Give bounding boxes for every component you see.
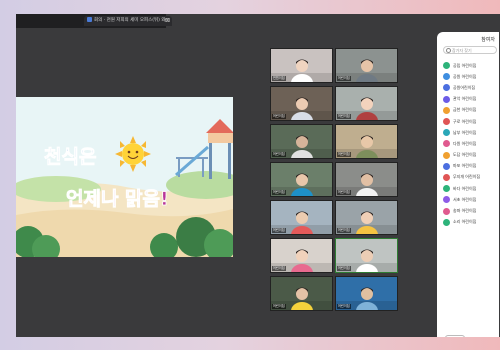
participant-video-tile[interactable]: 어린이집 <box>335 86 398 121</box>
participant-video-tile[interactable]: 천원이집 <box>270 48 333 83</box>
participant-list-item[interactable]: 다원 어린이집 <box>443 138 499 149</box>
avatar <box>443 173 450 181</box>
invite-button[interactable]: 초대 <box>445 335 465 337</box>
participant-name-label: 어린이집 <box>272 304 286 309</box>
participant-video-tile[interactable]: 어린이집 <box>335 276 398 311</box>
participant-name-label: 어린이집 <box>272 152 286 157</box>
avatar <box>443 62 450 70</box>
avatar <box>443 84 450 92</box>
participant-name: 송파 어린이집 <box>453 208 477 214</box>
search-placeholder: 참가자 찾기 <box>452 48 472 53</box>
slide-title-line1: 천식은 <box>44 146 96 168</box>
shared-screen: 천식은 언제나 맑음! <box>16 97 233 257</box>
participant-name-label: 어린이집 <box>337 114 351 119</box>
participant-name: 금천 어린이집 <box>453 107 477 113</box>
avatar <box>443 118 450 126</box>
panel-title: 참여자 <box>481 37 495 43</box>
participant-video-tile[interactable]: 어린이집 <box>270 200 333 235</box>
participant-list-item[interactable]: 금천 어린이집 <box>443 105 499 116</box>
participant-list: 공립 어린이집공원 어린이집공원어린이집관악 어린이집금천 어린이집구로 어린이… <box>443 60 499 228</box>
participant-list-item[interactable]: 공원어린이집 <box>443 82 499 93</box>
close-icon[interactable]: ⊠ <box>165 16 170 26</box>
participant-list-item[interactable]: 공원 어린이집 <box>443 71 499 82</box>
slide-title-line2: 언제나 맑음! <box>66 188 169 210</box>
participant-video-tile[interactable]: 어린이집 <box>335 48 398 83</box>
participant-video-tile[interactable]: 어린이집 <box>270 124 333 159</box>
participant-name-label: 어린이집 <box>337 190 351 195</box>
participant-list-item[interactable]: 남부 어린이집 <box>443 127 499 138</box>
avatar <box>443 162 450 170</box>
participant-video-tile[interactable]: 어린이집 <box>270 276 333 311</box>
avatar <box>443 140 450 148</box>
participant-video-tile[interactable]: 어린이집 <box>270 238 333 273</box>
participant-name: 바다 어린이집 <box>453 185 477 191</box>
participant-name: 도담 어린이집 <box>453 152 477 158</box>
avatar <box>443 95 450 103</box>
avatar <box>443 185 450 193</box>
participant-video-tile[interactable]: 어린이집 <box>335 238 398 273</box>
avatar <box>443 151 450 159</box>
participant-list-item[interactable]: 공립 어린이집 <box>443 60 499 71</box>
participant-search-input[interactable]: 참가자 찾기 <box>443 46 497 54</box>
participant-video-tile[interactable]: 어린이집 <box>335 124 398 159</box>
participant-name: 마포 어린이집 <box>453 163 477 169</box>
participant-name: 공원어린이집 <box>453 84 476 90</box>
participant-name-label: 어린이집 <box>337 304 351 309</box>
video-icon <box>87 17 92 22</box>
participants-panel: 참여자 참가자 찾기 공립 어린이집공원 어린이집공원어린이집관악 어린이집금천… <box>437 32 499 337</box>
search-icon <box>446 48 451 53</box>
meeting-tab[interactable]: 회의 · 천원 저희의 세미 오피스(뒤) 와 ⊠ <box>84 16 172 26</box>
participant-video-tile[interactable]: 어린이집 <box>335 200 398 235</box>
participant-name: 공립 어린이집 <box>453 62 477 68</box>
participant-name-label: 어린이집 <box>337 228 351 233</box>
participant-name-label: 어린이집 <box>337 266 351 271</box>
participant-name-label: 천원이집 <box>272 76 286 81</box>
participant-name: 관악 어린이집 <box>453 96 477 102</box>
participant-video-tile[interactable]: 어린이집 <box>270 86 333 121</box>
participant-name: 구로 어린이집 <box>453 118 477 124</box>
avatar <box>443 218 450 226</box>
participant-list-item[interactable]: 무지개 어린이집 <box>443 172 499 183</box>
participant-video-tile[interactable]: 어린이집 <box>270 162 333 197</box>
participant-name-label: 어린이집 <box>337 76 351 81</box>
avatar <box>443 207 450 215</box>
participant-name-label: 어린이집 <box>337 152 351 157</box>
shared-slide-illustration: 천식은 언제나 맑음! <box>16 97 233 257</box>
participant-list-item[interactable]: 도담 어린이집 <box>443 150 499 161</box>
participant-name: 무지개 어린이집 <box>453 174 481 180</box>
avatar <box>443 196 450 204</box>
participant-list-item[interactable]: 구로 어린이집 <box>443 116 499 127</box>
participant-video-tile[interactable]: 어린이집 <box>335 162 398 197</box>
participant-list-item[interactable]: 관악 어린이집 <box>443 94 499 105</box>
participant-list-item[interactable]: 바다 어린이집 <box>443 183 499 194</box>
participant-list-item[interactable]: 서초 어린이집 <box>443 194 499 205</box>
participant-name: 다원 어린이집 <box>453 140 477 146</box>
participant-name: 서초 어린이집 <box>453 196 477 202</box>
participant-list-item[interactable]: 마포 어린이집 <box>443 161 499 172</box>
avatar <box>443 129 450 137</box>
participant-list-item[interactable]: 송파 어린이집 <box>443 205 499 216</box>
participant-name: 공원 어린이집 <box>453 73 477 79</box>
participant-name-label: 어린이집 <box>272 228 286 233</box>
meeting-window: 회의 · 천원 저희의 세미 오피스(뒤) 와 ⊠ 천식은 언제나 맑음! 천원… <box>16 14 500 337</box>
avatar <box>443 106 450 114</box>
participant-name: 남부 어린이집 <box>453 129 477 135</box>
avatar <box>443 73 450 81</box>
participant-name-label: 어린이집 <box>272 190 286 195</box>
participant-name-label: 어린이집 <box>272 266 286 271</box>
title-bar: 회의 · 천원 저희의 세미 오피스(뒤) 와 ⊠ <box>16 14 172 28</box>
participant-name: 소리 어린이집 <box>453 219 477 225</box>
participant-list-item[interactable]: 소리 어린이집 <box>443 217 499 228</box>
tab-title: 회의 · 천원 저희의 세미 오피스(뒤) 와 <box>94 18 166 23</box>
participant-name-label: 어린이집 <box>272 114 286 119</box>
